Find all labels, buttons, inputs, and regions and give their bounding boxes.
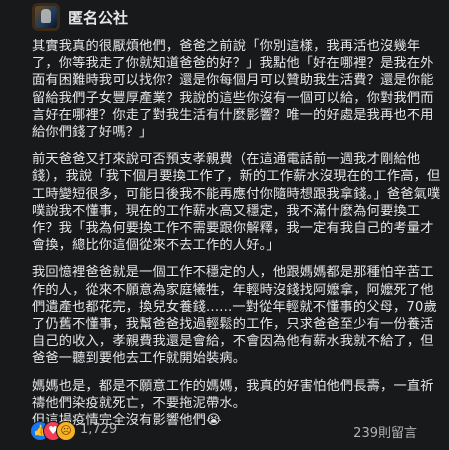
post-body: 其實我真的很厭煩他們，爸爸之前說「你別這樣，我再活也沒幾年了，你等我走了你就知道… — [32, 38, 444, 429]
page-avatar[interactable] — [32, 3, 60, 31]
post-paragraph: 前天爸爸又打來說可否預支孝親費（在這通電話前一週我才剛給他錢），我說「我下個月要… — [32, 152, 441, 254]
page-name-link[interactable]: 匿名公社 — [68, 7, 128, 28]
avatar-figure-icon — [41, 9, 51, 23]
post-header: 匿名公社 — [0, 0, 449, 34]
haha-icon: ☹ — [56, 421, 76, 441]
post-paragraph: 我回憶裡爸爸就是一個工作不穩定的人，他跟媽媽都是那種怕辛苦工作的人，從來不願意為… — [32, 265, 437, 367]
comment-count-link[interactable]: 239則留言 — [353, 422, 417, 441]
post-card: 匿名公社 其實我真的很厭煩他們，爸爸之前說「你別這樣，我再活也沒幾年了，你等我走… — [0, 0, 449, 450]
reaction-count[interactable]: 1,729 — [80, 422, 117, 437]
post-paragraph: 其實我真的很厭煩他們，爸爸之前說「你別這樣，我再活也沒幾年了，你等我走了你就知道… — [32, 39, 434, 141]
post-footer: 👍 ♥ ☹ 1,729 239則留言 — [0, 417, 449, 445]
